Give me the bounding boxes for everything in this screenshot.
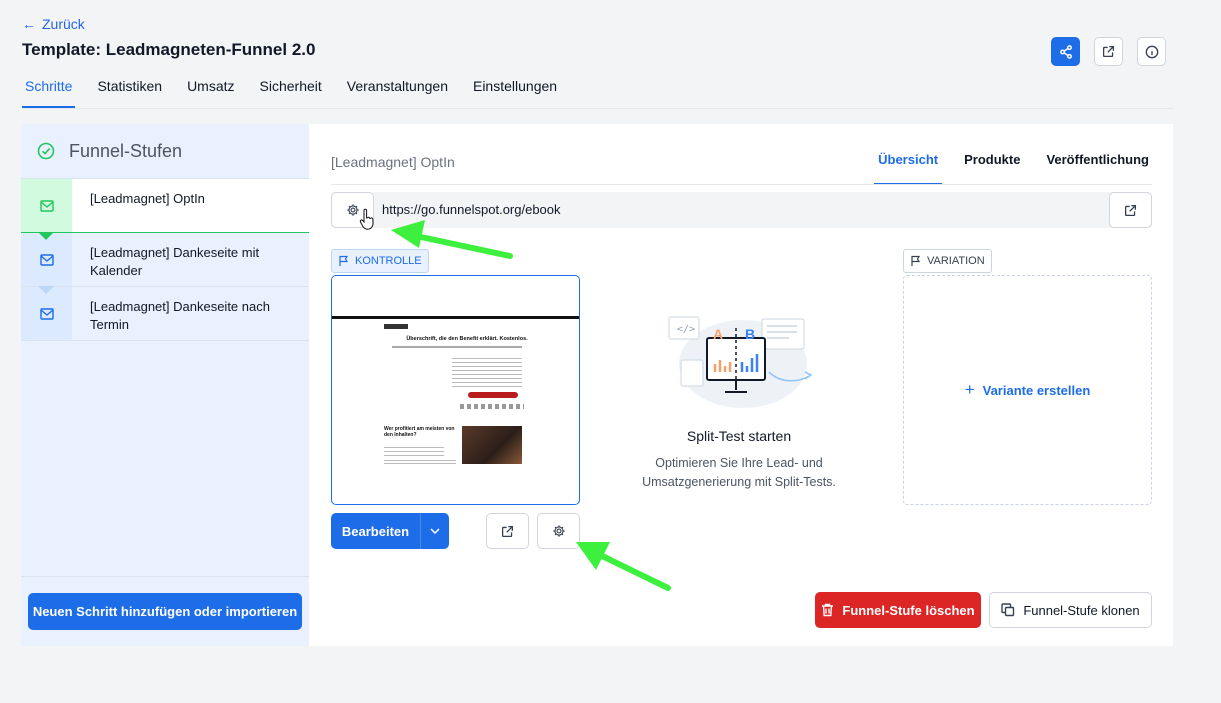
edit-button-group: Bearbeiten <box>331 513 449 549</box>
preview-topbar <box>332 316 579 319</box>
step-icon-box <box>21 179 72 232</box>
preview-photo <box>462 426 522 464</box>
copy-icon <box>1001 603 1015 617</box>
mail-icon <box>39 253 54 266</box>
edit-dropdown-button[interactable] <box>421 513 449 549</box>
tab-produkte[interactable]: Produkte <box>960 152 1024 185</box>
page-preview[interactable]: Überschrift, die den Benefit erklärt. Ko… <box>331 275 580 505</box>
preview-section-lines <box>384 444 444 458</box>
tabs-divider <box>22 108 1173 109</box>
create-variant-button[interactable]: + Variante erstellen <box>903 275 1152 505</box>
step-title: [Leadmagnet] OptIn <box>331 154 455 170</box>
share-icon <box>1059 44 1072 59</box>
preview-footer-lines <box>384 458 456 465</box>
preview-badges <box>460 404 524 409</box>
illustration-letter-b: B <box>745 326 756 342</box>
preview-cta <box>468 392 518 398</box>
tab-schritte[interactable]: Schritte <box>22 78 76 108</box>
external-link-icon <box>1102 45 1115 58</box>
tab-uebersicht[interactable]: Übersicht <box>874 152 943 185</box>
create-variant-label: Variante erstellen <box>982 382 1091 398</box>
plus-icon: + <box>964 380 975 399</box>
preview-headline: Überschrift, die den Benefit erklärt. Ko… <box>406 336 528 342</box>
open-page-button[interactable] <box>486 513 529 549</box>
sidebar: Funnel-Stufen [Leadmagnet] OptIn [Leadma… <box>21 124 309 646</box>
flag-icon <box>911 255 921 266</box>
chevron-down-icon <box>430 528 440 534</box>
step-icon-box <box>21 286 72 340</box>
share-button[interactable] <box>1051 37 1080 66</box>
open-url-button[interactable] <box>1109 192 1152 228</box>
step-icon-box <box>21 232 72 286</box>
delete-step-label: Funnel-Stufe löschen <box>842 602 975 618</box>
back-label: Zurück <box>42 16 85 32</box>
url-row: https://go.funnelspot.org/ebook <box>331 192 1152 230</box>
page-settings-button[interactable] <box>537 513 580 549</box>
sidebar-step-dankeseite-termin[interactable]: [Leadmagnet] Dankeseite nach Termin <box>21 286 309 341</box>
delete-step-button[interactable]: Funnel-Stufe löschen <box>815 592 981 628</box>
external-link-icon <box>1124 204 1137 216</box>
clone-step-label: Funnel-Stufe klonen <box>1023 602 1140 618</box>
hand-cursor-icon <box>359 208 374 230</box>
tab-veroeffentlichung[interactable]: Veröffentlichung <box>1042 152 1153 185</box>
preview-section-title: Wer profitiert am meisten von den Inhalt… <box>384 426 455 438</box>
sidebar-step-optin[interactable]: [Leadmagnet] OptIn <box>21 179 309 233</box>
step-connector <box>38 286 54 294</box>
step-label: [Leadmagnet] Dankeseite mit Kalender <box>72 233 309 286</box>
mail-icon <box>39 199 54 212</box>
preview-bullets <box>452 355 522 389</box>
split-test-title: Split-Test starten <box>686 428 792 444</box>
tab-umsatz[interactable]: Umsatz <box>184 78 237 108</box>
tab-statistiken[interactable]: Statistiken <box>94 78 165 108</box>
control-badge: KONTROLLE <box>331 249 429 273</box>
sub-tabs: Übersicht Produkte Veröffentlichung <box>856 152 1153 185</box>
mail-icon <box>39 307 54 320</box>
open-external-button[interactable] <box>1094 37 1123 66</box>
tab-einstellungen[interactable]: Einstellungen <box>470 78 560 108</box>
clone-step-button[interactable]: Funnel-Stufe klonen <box>989 592 1152 628</box>
info-icon <box>1145 45 1158 58</box>
page-title: Template: Leadmagneten-Funnel 2.0 <box>22 40 316 59</box>
gear-icon <box>552 525 565 537</box>
sub-tabs-divider <box>331 184 1152 185</box>
sidebar-footer: Neuen Schritt hinzufügen oder importiere… <box>21 576 309 646</box>
add-step-button[interactable]: Neuen Schritt hinzufügen oder importiere… <box>28 593 302 630</box>
info-button[interactable] <box>1137 37 1166 66</box>
control-badge-label: KONTROLLE <box>355 255 422 267</box>
step-label: [Leadmagnet] Dankeseite nach Termin <box>72 287 309 340</box>
tab-veranstaltungen[interactable]: Veranstaltungen <box>344 78 451 108</box>
header-actions <box>1051 37 1166 66</box>
preview-subline <box>392 346 522 348</box>
step-label: [Leadmagnet] OptIn <box>72 179 309 232</box>
illustration-letter-a: A <box>713 326 724 342</box>
sidebar-step-dankeseite-kalender[interactable]: [Leadmagnet] Dankeseite mit Kalender <box>21 232 309 287</box>
variation-badge-label: VARIATION <box>927 255 985 267</box>
edit-button[interactable]: Bearbeiten <box>331 513 421 549</box>
check-circle-icon <box>37 142 55 160</box>
arrow-left-icon: ← <box>22 16 36 32</box>
trash-icon <box>822 603 834 617</box>
flag-icon <box>339 255 349 266</box>
variation-badge: VARIATION <box>903 249 992 273</box>
gear-icon <box>346 204 359 216</box>
sidebar-title: Funnel-Stufen <box>69 140 183 161</box>
sidebar-header: Funnel-Stufen <box>21 124 309 179</box>
tab-sicherheit[interactable]: Sicherheit <box>257 78 325 108</box>
preview-logo <box>384 324 408 329</box>
split-test-description: Optimieren Sie Ihre Lead- und Umsatzgene… <box>642 456 836 489</box>
back-link[interactable]: ← Zurück <box>22 16 85 32</box>
external-link-icon <box>501 525 514 537</box>
step-detail-panel: [Leadmagnet] OptIn Übersicht Produkte Ve… <box>309 124 1173 646</box>
step-connector <box>38 232 54 240</box>
main-tabs: Schritte Statistiken Umsatz Sicherheit V… <box>22 78 579 108</box>
svg-text:</>: </> <box>677 324 695 335</box>
step-url[interactable]: https://go.funnelspot.org/ebook <box>382 202 561 217</box>
